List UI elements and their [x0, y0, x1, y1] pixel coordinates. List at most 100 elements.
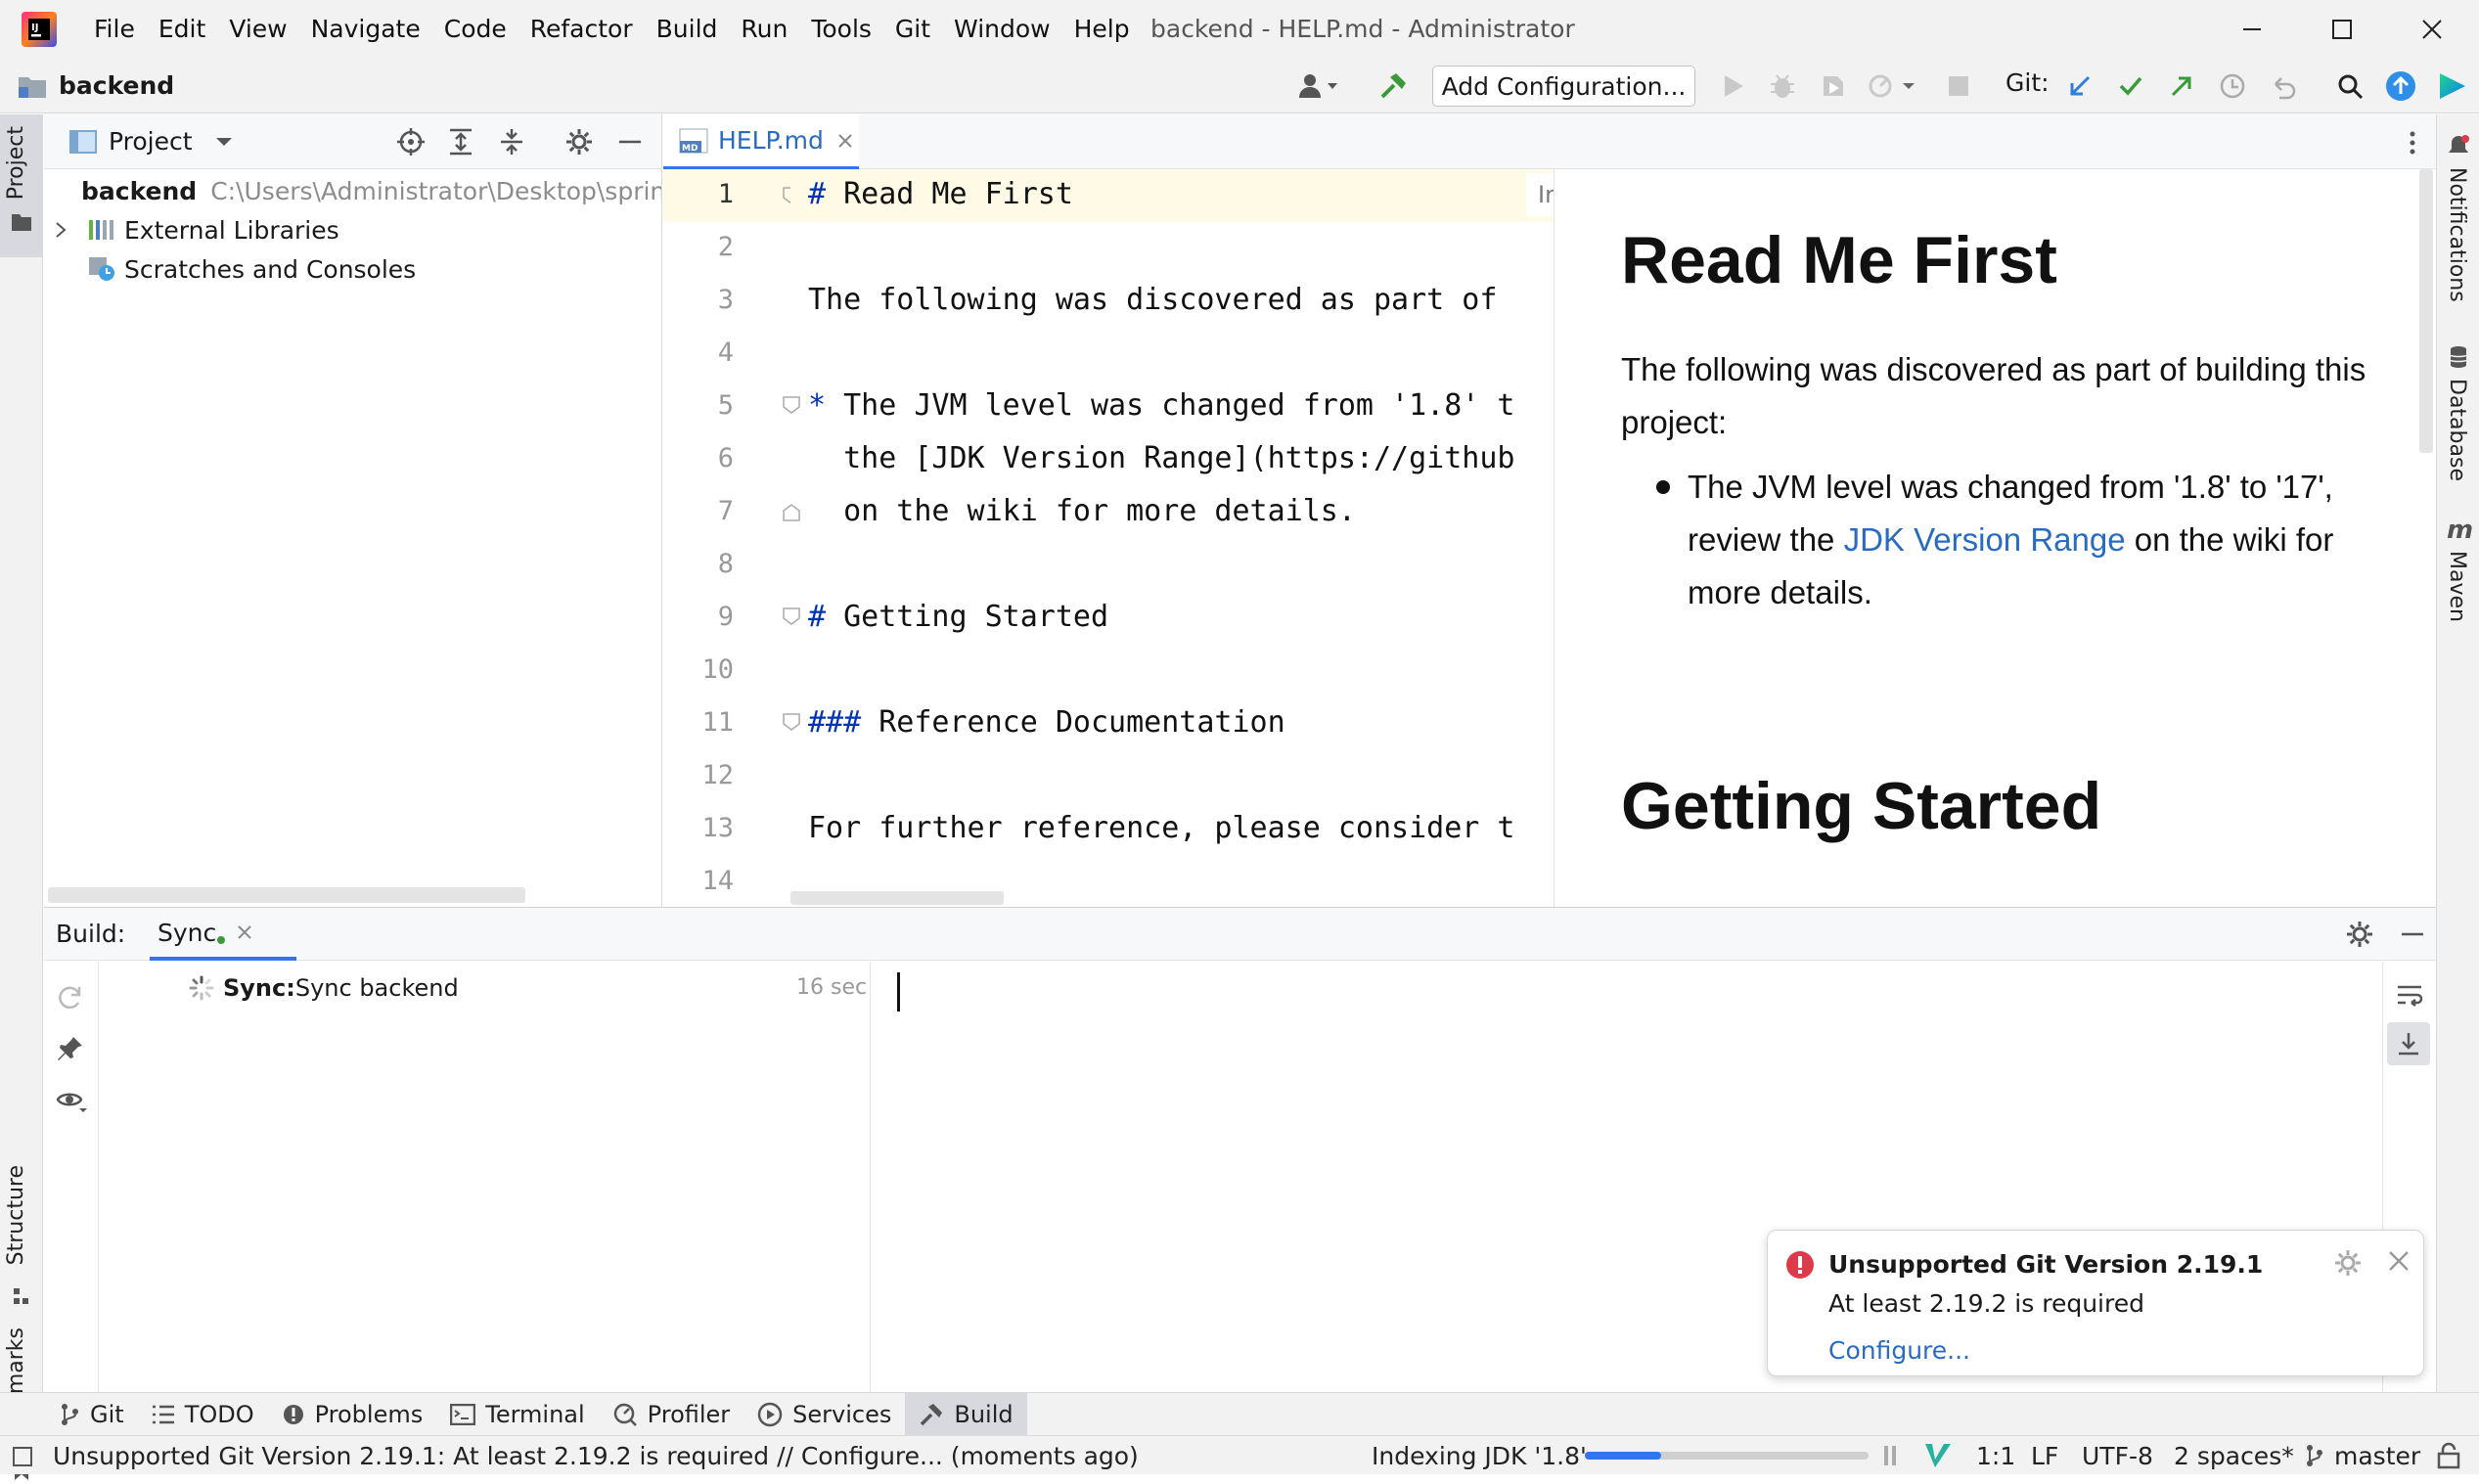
close-tab-icon[interactable] — [237, 924, 252, 940]
coverage-icon[interactable] — [1816, 68, 1851, 104]
tool-todo[interactable]: TODO — [138, 1393, 268, 1436]
menu-window[interactable]: Window — [942, 0, 1062, 59]
tool-terminal[interactable]: Terminal — [436, 1393, 598, 1436]
scroll-to-end-icon — [2399, 1033, 2418, 1056]
sync-build-row[interactable]: Sync: Sync backend — [188, 971, 459, 1005]
horizontal-scrollbar[interactable] — [48, 887, 525, 903]
configure-link[interactable]: Configure... — [1828, 1336, 1970, 1365]
git-version-notification: Unsupported Git Version 2.19.1 At least … — [1767, 1230, 2424, 1376]
menu-run[interactable]: Run — [729, 0, 799, 59]
tree-row-scratches[interactable]: Scratches and Consoles — [44, 249, 661, 289]
hide-panel-icon[interactable] — [617, 127, 643, 157]
tool-services[interactable]: Services — [744, 1393, 905, 1436]
editor-horizontal-scrollbar[interactable] — [790, 891, 1004, 905]
pin-icon[interactable] — [56, 1034, 85, 1063]
close-window-button[interactable] — [2387, 0, 2477, 59]
right-tool-stripe: Notifications Database m Maven — [2436, 114, 2479, 1392]
menu-edit[interactable]: Edit — [147, 0, 217, 59]
project-panel-header: Project — [44, 114, 661, 169]
menu-build[interactable]: Build — [645, 0, 730, 59]
project-folder-icon — [12, 214, 31, 231]
tool-services-label: Services — [792, 1400, 892, 1428]
tool-profiler[interactable]: Profiler — [599, 1393, 744, 1436]
debug-icon[interactable] — [1765, 68, 1800, 104]
jdk-version-range-link[interactable]: JDK Version Range — [1844, 521, 2126, 558]
git-commit-icon[interactable] — [2113, 68, 2148, 104]
project-tool-tab[interactable]: Project — [0, 114, 42, 257]
toggle-tool-windows-icon[interactable] — [12, 1446, 33, 1467]
editor-tab-help-md[interactable]: MD HELP.md — [663, 114, 859, 169]
menu-navigate[interactable]: Navigate — [299, 0, 432, 59]
rollback-icon[interactable] — [2266, 68, 2301, 104]
profile-icon[interactable] — [1865, 68, 1919, 104]
tool-build[interactable]: Build — [905, 1392, 1027, 1436]
tree-row-backend[interactable]: backend C:\Users\Administrator\Desktop\s… — [44, 171, 661, 210]
ide-update-icon[interactable] — [2383, 68, 2418, 104]
collapse-all-icon[interactable] — [498, 127, 525, 157]
maven-icon: m — [2447, 516, 2474, 545]
hide-panel-icon[interactable] — [2400, 920, 2425, 949]
preview-scrollbar[interactable] — [2419, 169, 2433, 453]
code-line-7: on the wiki for more details. — [808, 494, 1356, 528]
git-branch-icon — [2307, 1445, 2322, 1466]
tool-problems[interactable]: Problems — [268, 1393, 437, 1436]
git-update-icon[interactable] — [2062, 68, 2097, 104]
soft-wrap-icon[interactable] — [2395, 981, 2424, 1011]
more-options-icon[interactable] — [2409, 130, 2416, 156]
chevron-down-icon[interactable] — [214, 135, 234, 149]
close-tab-icon[interactable] — [837, 133, 853, 149]
sync-text: Sync backend — [294, 974, 459, 1002]
maven-tool-tab[interactable]: m Maven — [2437, 516, 2479, 731]
markdown-file-icon: MD — [679, 128, 708, 154]
git-push-icon[interactable] — [2164, 68, 2199, 104]
eye-icon[interactable] — [56, 1087, 87, 1116]
chevron-right-icon[interactable] — [54, 221, 68, 239]
maximize-button[interactable] — [2297, 0, 2387, 59]
run-icon[interactable] — [1716, 68, 1751, 104]
indexing-status[interactable]: Indexing JDK '1.8' — [1372, 1442, 1587, 1470]
gear-icon[interactable] — [2333, 1248, 2363, 1278]
list-icon — [152, 1405, 174, 1423]
scroll-to-end-button[interactable] — [2387, 1022, 2430, 1065]
user-account-icon[interactable] — [1291, 68, 1346, 104]
status-message[interactable]: Unsupported Git Version 2.19.1: At least… — [53, 1442, 1139, 1470]
cursor-position[interactable]: 1:1 — [1976, 1442, 2015, 1470]
project-view-title[interactable]: Project — [109, 127, 193, 156]
file-encoding[interactable]: UTF-8 — [2082, 1442, 2153, 1470]
git-branch[interactable]: master — [2334, 1442, 2420, 1470]
close-icon[interactable] — [2388, 1250, 2410, 1272]
lock-icon[interactable] — [2436, 1442, 2461, 1469]
vulnerability-icon[interactable] — [1923, 1442, 1953, 1469]
add-configuration-button[interactable]: Add Configuration... — [1432, 66, 1695, 107]
indent-setting[interactable]: 2 spaces* — [2174, 1442, 2294, 1470]
build-tab-sync[interactable]: Sync — [150, 908, 296, 961]
minimize-button[interactable] — [2207, 0, 2297, 59]
git-history-icon[interactable] — [2215, 68, 2250, 104]
rerun-icon[interactable] — [56, 983, 85, 1012]
stop-icon[interactable] — [1941, 68, 1976, 104]
search-icon[interactable] — [2332, 68, 2367, 104]
tool-git-label: Git — [90, 1400, 124, 1428]
line-number: 1 — [717, 179, 734, 209]
menu-view[interactable]: View — [217, 0, 298, 59]
pause-icon[interactable] — [1882, 1444, 1898, 1467]
menu-help[interactable]: Help — [1062, 0, 1142, 59]
line-separator[interactable]: LF — [2031, 1442, 2058, 1470]
menu-refactor[interactable]: Refactor — [518, 0, 645, 59]
line-number: 7 — [717, 496, 734, 526]
menu-file[interactable]: File — [82, 0, 147, 59]
menu-tools[interactable]: Tools — [799, 0, 883, 59]
breadcrumb-project[interactable]: backend — [59, 71, 174, 100]
code-with-me-icon[interactable] — [2434, 68, 2469, 104]
gear-icon[interactable] — [564, 127, 594, 157]
build-hammer-icon[interactable] — [1375, 68, 1411, 104]
expand-all-icon[interactable] — [447, 127, 474, 157]
tree-row-external-libraries[interactable]: External Libraries — [44, 210, 661, 249]
tool-git[interactable]: Git — [45, 1393, 138, 1436]
menu-code[interactable]: Code — [432, 0, 518, 59]
code-editor[interactable]: # Read Me First The following was discov… — [790, 169, 1602, 907]
structure-tool-tab[interactable]: Structure — [0, 1038, 42, 1304]
gear-icon[interactable] — [2345, 920, 2374, 949]
menu-git[interactable]: Git — [883, 0, 942, 59]
locate-file-icon[interactable] — [396, 127, 426, 157]
